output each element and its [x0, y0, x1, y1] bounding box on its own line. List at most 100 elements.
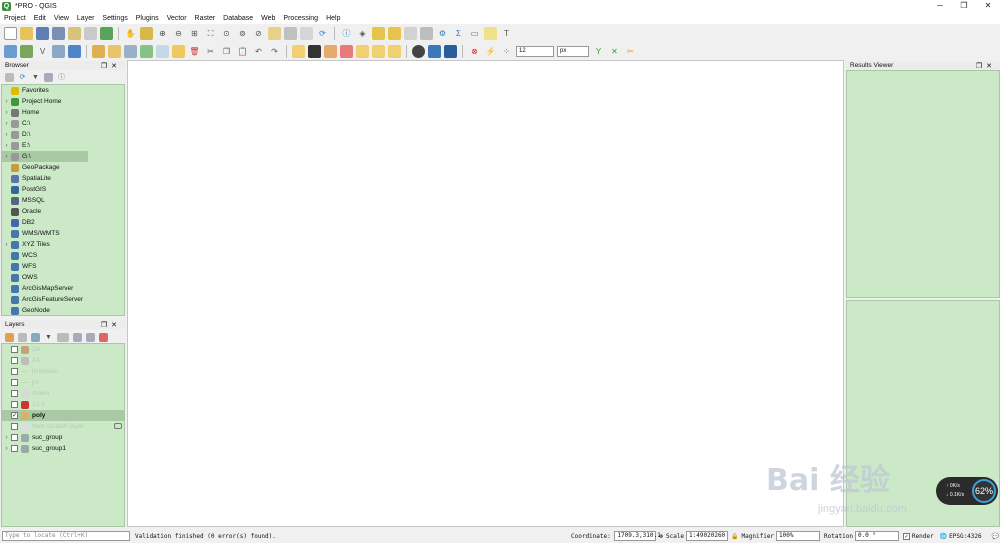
browser-item[interactable]: OWS — [2, 272, 124, 283]
browser-item[interactable]: MSSQL — [2, 195, 124, 206]
layer-visibility-checkbox[interactable] — [11, 368, 18, 375]
zoom-native-icon[interactable]: ⊘ — [252, 27, 265, 40]
snapping-magnet-icon[interactable]: ⊗ — [468, 45, 481, 58]
properties-icon[interactable]: ⓘ — [57, 73, 66, 82]
close-button[interactable]: ✕ — [976, 0, 1000, 12]
layout-manager-icon[interactable] — [84, 26, 97, 40]
zoom-selection-icon[interactable]: ⊙ — [220, 27, 233, 40]
browser-item[interactable]: DB2 — [2, 217, 124, 228]
paste-icon[interactable]: 📋 — [236, 45, 249, 58]
layer-visibility-checkbox[interactable] — [11, 390, 18, 397]
globe-plugin-icon[interactable] — [412, 44, 425, 58]
panel-controls[interactable]: ❐✕ — [101, 321, 121, 329]
move-label-icon[interactable] — [356, 44, 369, 58]
remove-layer-icon[interactable] — [99, 332, 108, 342]
save-edits-icon[interactable] — [124, 44, 137, 58]
style-manager-icon[interactable] — [100, 26, 113, 40]
scale-select[interactable]: 1:49020260 — [686, 531, 729, 541]
layer-item[interactable]: ZA — [2, 344, 124, 355]
add-group-icon[interactable] — [18, 332, 27, 342]
statistics-sigma-icon[interactable]: Σ — [452, 27, 465, 40]
menu-vector[interactable]: Vector — [167, 15, 187, 22]
help-icon[interactable] — [444, 44, 457, 58]
minimize-button[interactable]: ─ — [928, 0, 952, 12]
menu-processing[interactable]: Processing — [283, 15, 318, 22]
menu-view[interactable]: View — [54, 15, 69, 22]
browser-item[interactable]: WFS — [2, 261, 124, 272]
copy-icon[interactable]: ❐ — [220, 45, 233, 58]
trace-icon[interactable]: Y — [592, 45, 605, 58]
new-project-icon[interactable] — [4, 26, 17, 40]
open-project-icon[interactable] — [20, 26, 33, 40]
pan-to-selection-icon[interactable] — [140, 26, 153, 40]
new-geopackage-icon[interactable] — [20, 44, 33, 58]
filter-expression-icon[interactable] — [57, 332, 69, 342]
expand-all-icon[interactable] — [73, 332, 82, 342]
browser-item[interactable]: GeoPackage — [2, 162, 124, 173]
layer-item[interactable]: ✓ poly — [2, 410, 124, 421]
browser-item[interactable]: ArcGisMapServer — [2, 283, 124, 294]
temporary-layer-icon[interactable] — [114, 423, 122, 429]
delete-selected-icon[interactable]: 🗑 — [188, 45, 201, 58]
layer-group[interactable]: › suc_group — [2, 432, 124, 443]
collapse-all-icon[interactable] — [44, 72, 53, 82]
browser-item[interactable]: Oracle — [2, 206, 124, 217]
browser-item[interactable]: WCS — [2, 250, 124, 261]
zoom-rubberband-icon[interactable]: ⊞ — [188, 27, 201, 40]
change-label-icon[interactable] — [388, 44, 401, 58]
label-tool-icon[interactable] — [292, 44, 305, 58]
coordinate-field[interactable]: 1709.3,310.1 — [614, 531, 661, 541]
map-canvas[interactable] — [127, 60, 844, 527]
save-project-icon[interactable] — [36, 26, 49, 40]
undo-icon[interactable]: ↶ — [252, 45, 265, 58]
cut-icon[interactable]: ✂ — [204, 45, 217, 58]
layer-item[interactable]: 12-1 — [2, 399, 124, 410]
magnifier-spinbox[interactable]: 100% — [776, 531, 821, 541]
toggle-editing-icon[interactable] — [108, 44, 121, 58]
browser-item[interactable]: PostGIS — [2, 184, 124, 195]
panel-controls[interactable]: ❐✕ — [976, 62, 996, 70]
layer-item[interactable]: jinturelan — [2, 366, 124, 377]
menu-project[interactable]: Project — [4, 15, 26, 22]
panel-controls[interactable]: ❐✕ — [101, 62, 121, 70]
map-tips-icon[interactable] — [484, 26, 497, 40]
menu-raster[interactable]: Raster — [195, 15, 216, 22]
new-layout-icon[interactable] — [68, 26, 81, 40]
layer-visibility-checkbox[interactable] — [11, 434, 18, 441]
pin-labels-icon[interactable] — [308, 44, 321, 58]
crs-toggle-icon[interactable]: ⊛ — [659, 533, 663, 540]
modify-attributes-icon[interactable] — [172, 44, 185, 58]
new-spatialite-icon[interactable] — [52, 44, 65, 58]
browser-item[interactable]: SpatiaLite — [2, 173, 124, 184]
expand-arrow-icon[interactable]: › — [2, 99, 11, 105]
locate-search-input[interactable]: Type to locate (Ctrl+K) — [2, 531, 130, 541]
add-selected-layers-icon[interactable] — [5, 72, 14, 82]
font-size-input[interactable]: 12 — [516, 45, 554, 57]
python-console-icon[interactable] — [428, 44, 441, 58]
browser-item[interactable]: › XYZ Tiles — [2, 239, 124, 250]
snapping-config-icon[interactable]: ⚡ — [484, 45, 497, 58]
unit-select[interactable]: px — [557, 45, 589, 57]
browser-item[interactable]: WMS/WMTS — [2, 228, 124, 239]
show-hide-labels-icon[interactable] — [340, 44, 353, 58]
layer-group[interactable]: › suc_group1 — [2, 443, 124, 454]
style-layer-icon[interactable] — [5, 332, 14, 342]
zoom-in-icon[interactable]: ⊕ — [156, 27, 169, 40]
menu-layer[interactable]: Layer — [77, 15, 95, 22]
browser-item[interactable]: Favorites — [2, 85, 124, 96]
crs-label[interactable]: EPSG:4326 — [949, 533, 982, 540]
filter-legend-icon[interactable]: ▼ — [44, 333, 53, 342]
layer-visibility-checkbox[interactable] — [11, 401, 18, 408]
layer-item[interactable]: mown — [2, 388, 124, 399]
expand-arrow-icon[interactable]: › — [2, 132, 11, 138]
text-annotation-icon[interactable]: T — [500, 27, 513, 40]
browser-item[interactable]: › Home — [2, 107, 124, 118]
redo-icon[interactable]: ↷ — [268, 45, 281, 58]
save-as-icon[interactable] — [52, 26, 65, 40]
rotation-spinbox[interactable]: 0.0 ° — [854, 531, 899, 541]
browser-item[interactable]: GeoNode — [2, 305, 124, 316]
collapse-all-layers-icon[interactable] — [86, 332, 95, 342]
refresh-icon[interactable]: ⟳ — [316, 27, 329, 40]
manage-themes-icon[interactable] — [31, 332, 40, 342]
layer-item[interactable]: jrs — [2, 377, 124, 388]
